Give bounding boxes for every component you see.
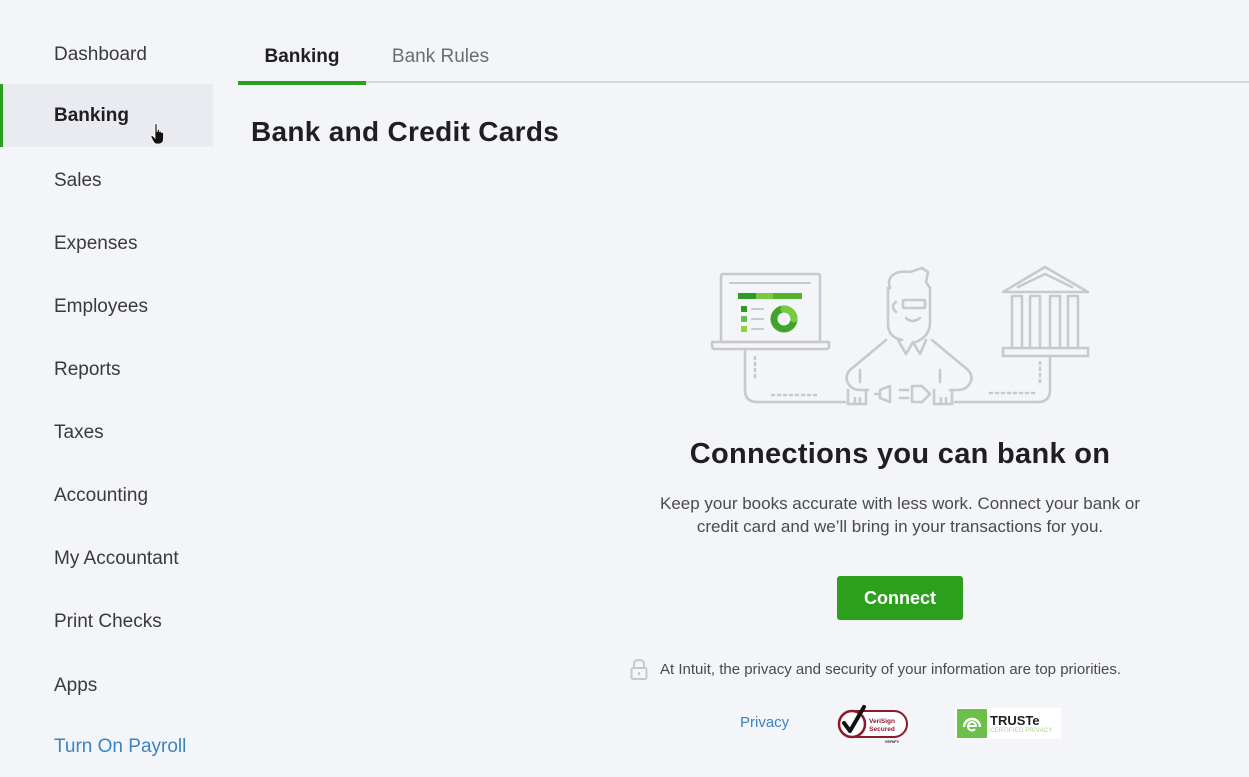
hero-description-line: credit card and we’ll bring in your tran… [696,517,1104,536]
sidebar-item-label: Sales [54,169,102,191]
sidebar-item-sales[interactable]: Sales [0,149,213,212]
privacy-notice-text: At Intuit, the privacy and security of y… [660,660,1122,678]
truste-name: TRUSTe [990,712,1040,728]
connect-button[interactable]: Connect [837,576,963,620]
sidebar-item-print-checks[interactable]: Print Checks [0,590,213,653]
sidebar-item-label: Apps [54,674,98,696]
sidebar-item-dashboard[interactable]: Dashboard [0,23,213,86]
verisign-line1: VeriSign [869,718,895,725]
turn-on-payroll-link[interactable]: Turn On Payroll [0,715,213,777]
laptop-icon [710,272,831,351]
verisign-verify: VERIFY [885,739,900,744]
sidebar-item-label: Accounting [54,484,149,506]
payroll-link-label: Turn On Payroll [54,735,187,757]
hero-description: Keep your books accurate with less work.… [600,492,1200,538]
hero-description-line: Keep your books accurate with less work.… [659,494,1141,513]
sidebar-item-accounting[interactable]: Accounting [0,464,213,527]
sidebar-item-label: Employees [54,295,148,317]
sidebar-item-label: Print Checks [54,610,162,632]
verisign-secured-badge[interactable]: VeriSign Secured VERIFY [836,703,910,745]
page-title: Bank and Credit Cards [251,116,560,147]
bank-icon [1001,265,1090,358]
truste-logo-icon [957,709,987,738]
sidebar-item-label: My Accountant [54,547,179,569]
tab-banking[interactable]: Banking [238,30,366,85]
tab-bar: Banking Bank Rules [238,30,1249,85]
sidebar-item-banking[interactable]: Banking [0,84,213,147]
sidebar-item-label: Expenses [54,232,138,254]
truste-badge[interactable]: TRUSTe CERTIFIED PRIVACY [955,708,1061,739]
connections-illustration [710,265,1090,406]
person-icon [845,266,973,406]
tab-bank-rules[interactable]: Bank Rules [378,30,503,83]
tab-label: Banking [264,45,340,67]
sidebar-item-label: Reports [54,358,121,380]
sidebar-item-taxes[interactable]: Taxes [0,401,213,464]
hero-title: Connections you can bank on [689,438,1111,470]
sidebar-item-expenses[interactable]: Expenses [0,212,213,275]
lock-icon [630,658,648,680]
sidebar-item-employees[interactable]: Employees [0,275,213,338]
hand-cursor-icon [150,123,164,145]
sidebar-item-label: Dashboard [54,43,147,65]
sidebar-item-label: Taxes [54,421,104,443]
sidebar-nav: Dashboard Banking Sales Expenses Employe… [0,0,213,777]
tab-label: Bank Rules [391,45,490,67]
truste-subtitle: CERTIFIED PRIVACY [990,727,1053,734]
sidebar-item-apps[interactable]: Apps [0,654,213,717]
sidebar-item-reports[interactable]: Reports [0,338,213,401]
privacy-notice: At Intuit, the privacy and security of y… [630,658,1121,680]
privacy-link[interactable]: Privacy [740,714,789,731]
verisign-line2: Secured [869,726,895,733]
sidebar-item-label: Banking [54,104,129,126]
sidebar-item-my-accountant[interactable]: My Accountant [0,527,213,590]
